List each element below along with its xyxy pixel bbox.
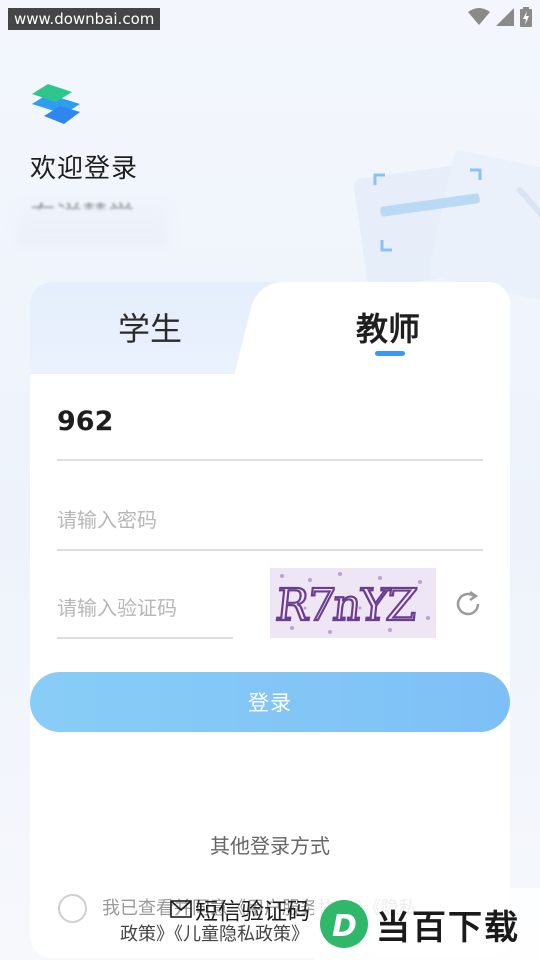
password-placeholder: 请输入密码 — [57, 508, 157, 532]
cell-signal-icon — [496, 8, 514, 26]
sms-login-link[interactable]: 短信验证码 — [170, 892, 310, 926]
login-button[interactable]: 登录 — [30, 672, 510, 732]
agreement-checkbox[interactable] — [58, 894, 87, 923]
tab-teacher-label: 教师 — [356, 310, 421, 348]
status-icons — [468, 7, 532, 27]
brand-watermark: D 当百下载 — [314, 888, 540, 960]
svg-text:D: D — [332, 909, 357, 944]
captcha-field[interactable]: 请输入验证码 — [57, 592, 233, 639]
sms-login-label: 短信验证码 — [195, 899, 310, 925]
other-login-label: 其他登录方式 — [210, 834, 330, 858]
account-field[interactable]: 962 — [57, 406, 483, 461]
brand-logo-icon: D — [320, 900, 368, 948]
account-value: 962 — [57, 406, 114, 437]
watermark-url: www.downbai.com — [8, 8, 161, 30]
app-logo-icon — [32, 84, 80, 124]
captcha-placeholder: 请输入验证码 — [57, 596, 177, 620]
wifi-icon — [468, 8, 490, 25]
refresh-captcha-icon[interactable] — [452, 588, 484, 620]
school-name-blur — [18, 206, 168, 246]
login-card: 学生 教师 962 请输入密码 请输入验证码 R7nYZ 登录 其他登录方式 我… — [30, 282, 510, 958]
password-field[interactable]: 请输入密码 — [57, 504, 483, 551]
welcome-heading: 欢迎登录 — [30, 154, 139, 184]
captcha-image[interactable]: R7nYZ — [270, 568, 436, 638]
tab-student-label: 学生 — [118, 310, 183, 348]
status-bar: www.downbai.com — [0, 0, 540, 34]
tab-teacher[interactable]: 教师 — [270, 282, 510, 374]
captcha-text: R7nYZ — [273, 580, 418, 631]
active-tab-indicator — [375, 351, 405, 356]
envelope-icon — [170, 900, 192, 918]
brand-watermark-text: 当百下载 — [376, 907, 520, 948]
role-tabs: 学生 教师 — [30, 282, 510, 374]
battery-charging-icon — [520, 7, 532, 27]
